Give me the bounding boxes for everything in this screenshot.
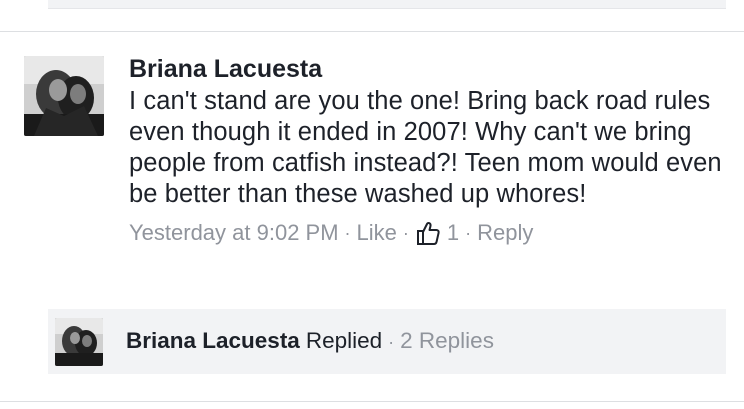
comment-timestamp[interactable]: Yesterday at 9:02 PM [129,218,339,248]
previous-reply-strip [48,0,726,9]
comment-thread: Briana Lacuesta I can't stand are you th… [0,0,744,409]
reply-button[interactable]: Reply [477,218,533,248]
avatar-photo [24,56,104,136]
separator: · [465,223,472,243]
separator: · [388,332,395,352]
reply-summary: Briana Lacuesta Replied · 2 Replies [126,326,494,357]
like-count[interactable]: 1 [447,218,459,248]
comment-meta: Yesterday at 9:02 PM · Like · 1 · Reply [129,218,729,248]
separator: · [344,223,351,243]
avatar[interactable] [24,56,104,136]
reply-count[interactable]: 2 Replies [400,328,494,353]
reply-verb: Replied [305,328,383,353]
divider [0,31,744,32]
separator: · [402,223,409,243]
comment-author[interactable]: Briana Lacuesta [129,52,322,86]
avatar-photo [55,317,103,366]
reply-avatar [55,317,103,366]
reply-author[interactable]: Briana Lacuesta [126,328,300,353]
divider [0,401,744,402]
thumbs-up-icon[interactable] [415,220,441,246]
comment-text: I can't stand are you the one! Bring bac… [129,87,722,208]
view-replies-button[interactable]: Briana Lacuesta Replied · 2 Replies [48,309,726,374]
like-button[interactable]: Like [357,218,397,248]
comment: Briana Lacuesta I can't stand are you th… [129,52,729,248]
